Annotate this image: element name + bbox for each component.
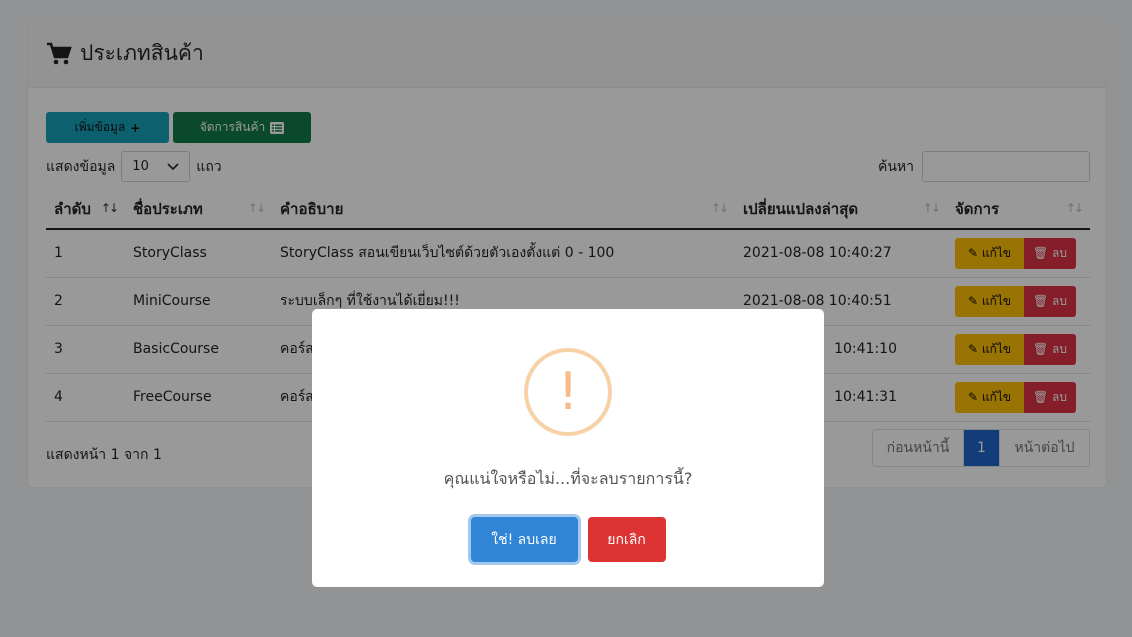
cancel-button[interactable]: ยกเลิก xyxy=(587,517,666,562)
warning-icon-glyph: ! xyxy=(557,362,579,422)
dialog-actions: ใช่! ลบเลย ยกเลิก xyxy=(312,517,824,562)
confirm-delete-button[interactable]: ใช่! ลบเลย xyxy=(470,517,578,562)
dialog-message: คุณแน่ใจหรือไม่...ที่จะลบรายการนี้? xyxy=(443,469,693,488)
warning-icon: ! xyxy=(524,348,612,436)
confirm-delete-dialog: ! คุณแน่ใจหรือไม่...ที่จะลบรายการนี้? ใช… xyxy=(312,309,824,587)
